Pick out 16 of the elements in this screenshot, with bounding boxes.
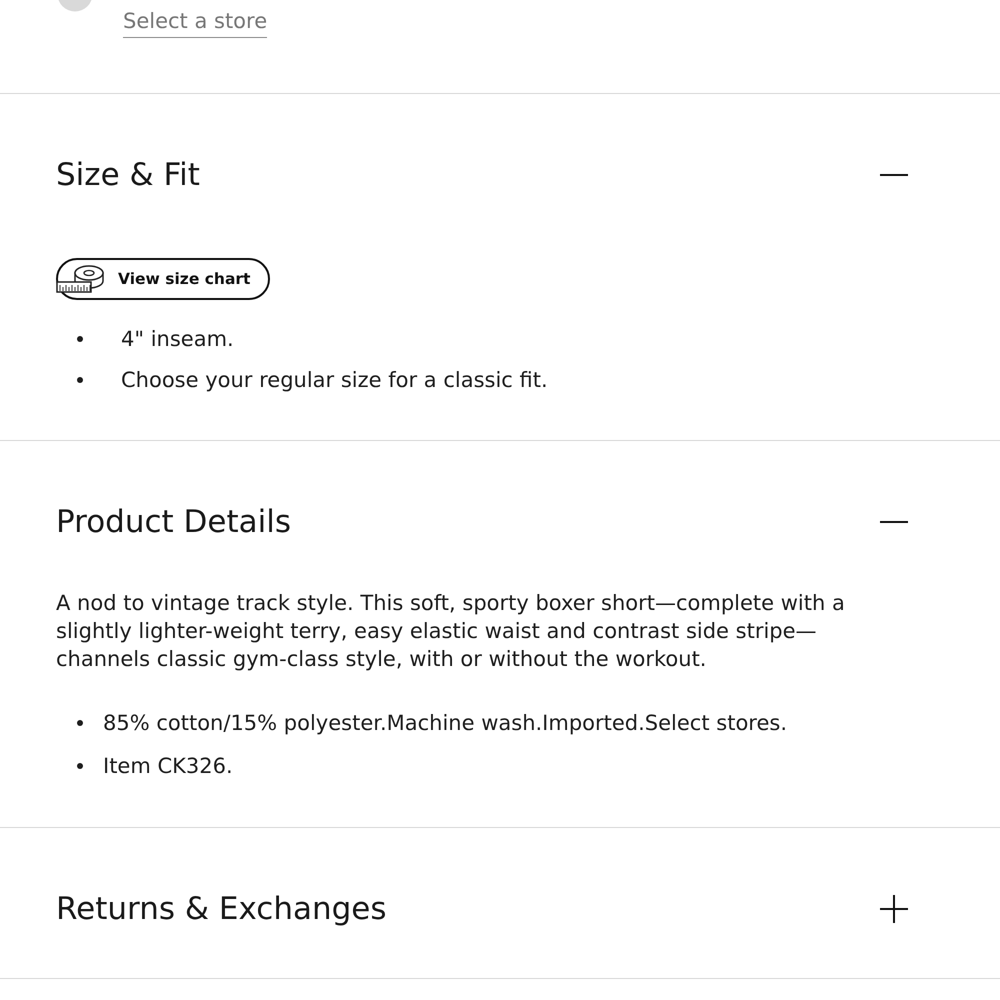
bullet-icon xyxy=(77,376,83,382)
bullet-text: Item CK326. xyxy=(103,752,233,780)
select-store-link[interactable]: Select a store xyxy=(123,8,268,38)
bullet-icon xyxy=(77,720,83,726)
description-text: A nod to vintage track style. This soft, sporty boxer short—complete with a slightly lighter-weight terry, easy elastic waist and contrast side stripe—channels classic gym-class style, with or without the workout. xyxy=(56,590,846,673)
expand-icon[interactable] xyxy=(880,895,908,923)
bullet-icon xyxy=(77,762,83,768)
radio-button[interactable] xyxy=(57,0,93,12)
section-title[interactable]: Returns & Exchanges xyxy=(56,889,387,929)
bullet-text: 85% cotton/15% polyester.Machine wash.Imported.Select stores. xyxy=(103,710,787,736)
bullet-text: Choose your regular size for a classic fit. xyxy=(121,366,548,394)
bullet-icon xyxy=(77,336,83,342)
section-title[interactable]: Product Details xyxy=(56,502,292,542)
size-chart-button[interactable]: View size chart xyxy=(56,258,270,300)
section-title[interactable]: Size & Fit xyxy=(56,155,200,195)
bullet-text: 4" inseam. xyxy=(121,326,234,352)
